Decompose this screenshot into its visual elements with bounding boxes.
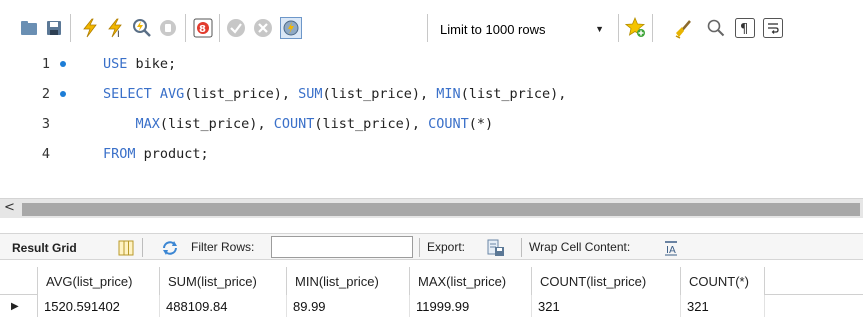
grid-header-row: AVG(list_price) SUM(list_price) MIN(list_p…: [0, 267, 863, 295]
wrap-cell-icon[interactable]: IA: [661, 238, 681, 257]
sql-text: (list_price),: [460, 86, 567, 102]
toolbar-separator: [70, 14, 71, 42]
table-cell[interactable]: 1520.591402: [38, 295, 160, 317]
statement-marker-icon: [60, 91, 66, 97]
table-cell[interactable]: 11999.99: [410, 295, 532, 317]
sql-text: bike;: [127, 56, 177, 72]
code-text: SELECT AVG(list_price), SUM(list_price),…: [103, 86, 566, 102]
sql-keyword: SUM: [298, 86, 323, 102]
save-icon[interactable]: [43, 16, 65, 40]
limit-rows-label: Limit to 1000 rows: [440, 21, 546, 37]
toolbar-separator: [652, 14, 653, 42]
result-toolbar: Result Grid Filter Rows: Export: Wrap Ce…: [0, 233, 863, 260]
stop-icon[interactable]: [157, 16, 179, 40]
wrap-cell-content-label: Wrap Cell Content:: [529, 240, 631, 254]
bookmark-icon[interactable]: [625, 16, 647, 40]
row-pointer-icon: ▶: [0, 295, 38, 317]
sql-keyword: COUNT: [428, 116, 469, 132]
explain-icon[interactable]: [131, 16, 153, 40]
execute-icon[interactable]: [79, 16, 101, 40]
toolbar-separator: [427, 14, 428, 42]
export-icon[interactable]: [486, 238, 506, 257]
svg-text:IA: IA: [666, 245, 676, 256]
sql-keyword: COUNT: [273, 116, 315, 132]
column-header[interactable]: MIN(list_price): [287, 267, 410, 295]
grid-header-corner: [0, 267, 38, 295]
toolbar-separator: [618, 14, 619, 42]
column-header[interactable]: COUNT(list_price): [532, 267, 681, 295]
column-header[interactable]: SUM(list_price): [160, 267, 287, 295]
column-header[interactable]: AVG(list_price): [38, 267, 160, 295]
code-line[interactable]: 3 MAX(list_price), COUNT(list_price), CO…: [0, 114, 863, 134]
sql-text: (*): [468, 116, 494, 132]
code-text: USE bike;: [103, 56, 176, 72]
svg-text:I: I: [117, 30, 120, 38]
dropdown-arrow-icon: ▼: [595, 24, 604, 34]
filter-refresh-icon[interactable]: [160, 238, 180, 257]
execute-current-icon[interactable]: I: [105, 16, 127, 40]
sql-text: (list_price),: [322, 86, 437, 102]
export-label: Export:: [427, 240, 466, 254]
sql-keyword: AVG: [159, 86, 185, 102]
rollback-icon[interactable]: [252, 16, 274, 40]
line-number: 1: [41, 56, 50, 72]
table-cell[interactable]: 89.99: [287, 295, 410, 317]
table-row[interactable]: ▶ 1520.591402 488109.84 89.99 11999.99 321 321: [0, 295, 863, 317]
result-separator: [142, 238, 143, 257]
result-grid: AVG(list_price) SUM(list_price) MIN(list_p…: [0, 267, 863, 317]
statement-marker-icon: [60, 61, 66, 67]
toolbar-separator: [185, 14, 186, 42]
invisible-chars-icon[interactable]: ¶: [734, 16, 756, 40]
sql-text: (list_price),: [314, 116, 429, 132]
filter-rows-input[interactable]: [271, 236, 413, 258]
toggle-error-icon[interactable]: 8: [192, 16, 214, 40]
code-line[interactable]: 2 SELECT AVG(list_price), SUM(list_price)…: [0, 84, 863, 104]
sql-keyword: MAX: [135, 116, 160, 132]
code-line[interactable]: 1 USE bike;: [0, 54, 863, 74]
sql-text: (list_price),: [184, 86, 299, 102]
line-number: 4: [41, 146, 50, 162]
line-number: 3: [41, 116, 50, 132]
column-header[interactable]: COUNT(*): [681, 267, 765, 295]
code-line[interactable]: 4 FROM product;: [0, 144, 863, 164]
table-cell[interactable]: 321: [681, 295, 765, 317]
result-separator: [521, 238, 522, 257]
table-cell[interactable]: 488109.84: [160, 295, 287, 317]
sql-editor[interactable]: 1 USE bike; 2 SELECT AVG(list_price), SUM(l…: [0, 50, 863, 198]
limit-rows-select[interactable]: Limit to 1000 rows ▼: [432, 16, 614, 42]
code-text: FROM product;: [103, 146, 209, 162]
autocommit-icon[interactable]: [280, 16, 302, 40]
svg-text:¶: ¶: [740, 22, 748, 37]
toolbar-separator: [219, 14, 220, 42]
code-text: MAX(list_price), COUNT(list_price), COUN…: [103, 116, 494, 132]
find-icon[interactable]: [705, 16, 727, 40]
grid-layout-icon[interactable]: [116, 238, 136, 257]
sql-editor-toolbar: I 8 Limit to 1000 rows ▼ ¶: [0, 0, 863, 50]
line-number: 2: [41, 86, 50, 102]
sql-keyword: SELECT: [103, 86, 152, 102]
scrollbar-thumb[interactable]: [22, 203, 860, 216]
sql-keyword: USE: [103, 56, 128, 72]
filter-rows-label: Filter Rows:: [191, 240, 255, 254]
sql-text: (list_price),: [159, 116, 274, 132]
result-grid-tab[interactable]: Result Grid: [8, 236, 81, 259]
beautify-icon[interactable]: [674, 16, 696, 40]
open-folder-icon[interactable]: [18, 16, 40, 40]
sql-text: product;: [135, 146, 209, 162]
svg-text:8: 8: [199, 24, 206, 35]
result-separator: [419, 238, 420, 257]
column-header[interactable]: MAX(list_price): [410, 267, 532, 295]
table-cell[interactable]: 321: [532, 295, 681, 317]
sql-keyword: FROM: [103, 146, 136, 162]
sql-keyword: MIN: [436, 86, 461, 102]
scroll-left-arrow-icon[interactable]: <: [4, 200, 15, 215]
horizontal-scrollbar[interactable]: <: [0, 198, 863, 218]
wrap-icon[interactable]: [762, 16, 784, 40]
commit-icon[interactable]: [225, 16, 247, 40]
